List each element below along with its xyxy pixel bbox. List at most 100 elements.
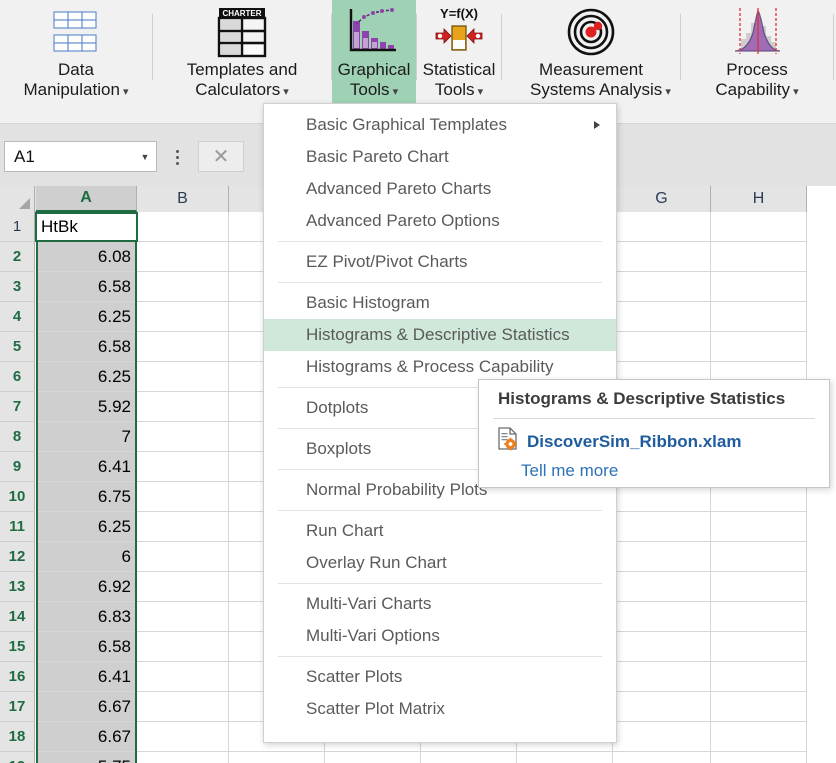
menu-item-scatter-plot-matrix[interactable]: Scatter Plot Matrix [264, 693, 616, 725]
chevron-down-icon[interactable]: ▾ [390, 86, 399, 98]
cell-H19[interactable] [711, 752, 807, 763]
column-header-A[interactable]: A [36, 186, 137, 212]
column-header-H[interactable]: H [711, 186, 807, 212]
row-header-6[interactable]: 6 [0, 362, 35, 392]
row-header-12[interactable]: 12 [0, 542, 35, 572]
cell-B12[interactable] [137, 542, 229, 572]
cell-A11[interactable]: 6.25 [36, 512, 137, 542]
cell-A5[interactable]: 6.58 [36, 332, 137, 362]
cell-A4[interactable]: 6.25 [36, 302, 137, 332]
cell-H3[interactable] [711, 272, 807, 302]
column-header-B[interactable]: B [137, 186, 229, 212]
cell-B13[interactable] [137, 572, 229, 602]
cell-G14[interactable] [613, 602, 711, 632]
ribbon-button-process[interactable]: Process Capability ▾ [681, 0, 833, 104]
row-header-8[interactable]: 8 [0, 422, 35, 452]
cell-A6[interactable]: 6.25 [36, 362, 137, 392]
cell-H14[interactable] [711, 602, 807, 632]
cell-B11[interactable] [137, 512, 229, 542]
cell-B9[interactable] [137, 452, 229, 482]
cell-A12[interactable]: 6 [36, 542, 137, 572]
cell-A16[interactable]: 6.41 [36, 662, 137, 692]
formula-bar-more-icon[interactable] [168, 146, 186, 168]
cell-A17[interactable]: 6.67 [36, 692, 137, 722]
column-header-G[interactable]: G [613, 186, 711, 212]
cell-A1[interactable]: HtBk [36, 212, 137, 242]
cell-H5[interactable] [711, 332, 807, 362]
name-box[interactable]: A1 ▼ [4, 141, 157, 172]
row-header-14[interactable]: 14 [0, 602, 35, 632]
row-header-4[interactable]: 4 [0, 302, 35, 332]
menu-item-run-chart[interactable]: Run Chart [264, 515, 616, 547]
cell-G12[interactable] [613, 542, 711, 572]
cell-B2[interactable] [137, 242, 229, 272]
cell-B7[interactable] [137, 392, 229, 422]
cancel-entry-button[interactable]: ✕ [198, 141, 244, 172]
ribbon-button-measurement[interactable]: Measurement Systems Analysis ▾ [502, 0, 680, 104]
cell-B17[interactable] [137, 692, 229, 722]
menu-item-basic-histogram[interactable]: Basic Histogram [264, 287, 616, 319]
row-header-3[interactable]: 3 [0, 272, 35, 302]
cell-B5[interactable] [137, 332, 229, 362]
cell-A2[interactable]: 6.08 [36, 242, 137, 272]
cell-F19[interactable] [517, 752, 613, 763]
menu-item-multi-vari-charts[interactable]: Multi-Vari Charts [264, 588, 616, 620]
row-header-19[interactable]: 19 [0, 752, 35, 763]
cell-G19[interactable] [613, 752, 711, 763]
row-header-15[interactable]: 15 [0, 632, 35, 662]
cell-E19[interactable] [421, 752, 517, 763]
cell-B6[interactable] [137, 362, 229, 392]
chevron-down-icon[interactable]: ▾ [790, 86, 799, 98]
cell-B15[interactable] [137, 632, 229, 662]
row-header-18[interactable]: 18 [0, 722, 35, 752]
cell-G15[interactable] [613, 632, 711, 662]
row-header-17[interactable]: 17 [0, 692, 35, 722]
cell-G5[interactable] [613, 332, 711, 362]
cell-H18[interactable] [711, 722, 807, 752]
cell-A15[interactable]: 6.58 [36, 632, 137, 662]
cell-A9[interactable]: 6.41 [36, 452, 137, 482]
menu-item-scatter-plots[interactable]: Scatter Plots [264, 661, 616, 693]
row-header-13[interactable]: 13 [0, 572, 35, 602]
cell-H15[interactable] [711, 632, 807, 662]
cell-G3[interactable] [613, 272, 711, 302]
cell-B1[interactable] [137, 212, 229, 242]
cell-G17[interactable] [613, 692, 711, 722]
ribbon-button-templates-and[interactable]: CHARTER Templates and Calculators ▾ [153, 0, 331, 104]
cell-G13[interactable] [613, 572, 711, 602]
cell-A18[interactable]: 6.67 [36, 722, 137, 752]
tell-me-more-link[interactable]: Tell me more [479, 456, 829, 481]
menu-item-advanced-pareto-options[interactable]: Advanced Pareto Options [264, 205, 616, 237]
cell-B18[interactable] [137, 722, 229, 752]
cell-B19[interactable] [137, 752, 229, 763]
select-all-corner[interactable] [0, 186, 35, 212]
chevron-down-icon[interactable]: ▾ [280, 86, 289, 98]
cell-H12[interactable] [711, 542, 807, 572]
row-header-16[interactable]: 16 [0, 662, 35, 692]
cell-H17[interactable] [711, 692, 807, 722]
cell-G1[interactable] [613, 212, 711, 242]
cell-B4[interactable] [137, 302, 229, 332]
menu-item-basic-graphical-templates[interactable]: Basic Graphical Templates [264, 109, 616, 141]
ribbon-button-statistical[interactable]: Y=f(X) Statistical Tools ▾ [417, 0, 501, 104]
cell-H4[interactable] [711, 302, 807, 332]
chevron-down-icon[interactable]: ▼ [134, 152, 156, 162]
cell-H13[interactable] [711, 572, 807, 602]
row-header-1[interactable]: 1 [0, 212, 35, 242]
chevron-down-icon[interactable]: ▾ [662, 86, 671, 98]
cell-B8[interactable] [137, 422, 229, 452]
chevron-down-icon[interactable]: ▾ [475, 86, 484, 98]
cell-A14[interactable]: 6.83 [36, 602, 137, 632]
cell-H1[interactable] [711, 212, 807, 242]
row-header-10[interactable]: 10 [0, 482, 35, 512]
cell-G18[interactable] [613, 722, 711, 752]
cell-A3[interactable]: 6.58 [36, 272, 137, 302]
cell-B16[interactable] [137, 662, 229, 692]
menu-item-histograms-descriptive-statistics[interactable]: Histograms & Descriptive Statistics [264, 319, 616, 351]
cell-B10[interactable] [137, 482, 229, 512]
menu-item-advanced-pareto-charts[interactable]: Advanced Pareto Charts [264, 173, 616, 205]
cell-A10[interactable]: 6.75 [36, 482, 137, 512]
row-header-5[interactable]: 5 [0, 332, 35, 362]
menu-item-basic-pareto-chart[interactable]: Basic Pareto Chart [264, 141, 616, 173]
menu-item-multi-vari-options[interactable]: Multi-Vari Options [264, 620, 616, 652]
